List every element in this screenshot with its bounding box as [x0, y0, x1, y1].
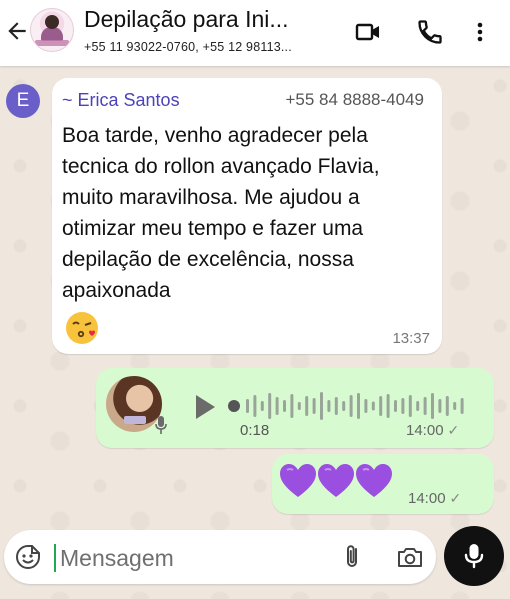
back-arrow-icon[interactable] — [4, 18, 30, 44]
waveform-bar — [460, 398, 464, 414]
kiss-emoji-icon — [66, 312, 98, 344]
waveform-bar — [349, 395, 353, 417]
waveform-bar — [371, 401, 375, 411]
purple-heart-icon — [280, 464, 316, 497]
sender-avatar[interactable]: E — [6, 84, 40, 118]
waveform-bar — [445, 396, 449, 416]
sent-check-icon: ✓ — [447, 422, 460, 438]
waveform-bar — [312, 398, 316, 414]
sender-phone: +55 84 8888-4049 — [285, 90, 425, 109]
message-input[interactable] — [58, 539, 332, 577]
chat-header: Depilação para Ini... +55 11 93022-0760,… — [0, 0, 510, 66]
waveform-bar — [394, 400, 397, 412]
chat-title[interactable]: Depilação para Ini... — [84, 6, 334, 33]
mic-icon — [155, 416, 167, 434]
video-call-icon[interactable] — [354, 18, 382, 46]
waveform-bar — [253, 395, 257, 417]
waveform-bar — [305, 396, 309, 416]
group-avatar[interactable] — [30, 8, 74, 52]
waveform-bar — [246, 399, 249, 413]
message-composer — [4, 530, 436, 584]
attach-paperclip-icon[interactable] — [340, 543, 366, 571]
voice-call-icon[interactable] — [416, 18, 444, 46]
purple-heart-icon — [356, 464, 392, 497]
waveform-bar — [268, 393, 272, 419]
waveform-bar — [453, 402, 457, 410]
incoming-message-bubble[interactable]: ~ Erica Santos +55 84 8888-4049 Boa tard… — [52, 78, 442, 354]
waveform-bar — [364, 399, 368, 413]
hearts-message-bubble[interactable]: 14:00 ✓ — [272, 454, 494, 514]
waveform-bar — [320, 392, 323, 420]
microphone-icon — [464, 544, 484, 569]
message-text: Boa tarde, venho agradecer pela tecnica … — [62, 124, 380, 302]
chat-participants[interactable]: +55 11 93022-0760, +55 12 98113... — [84, 40, 339, 54]
waveform-bar — [260, 401, 264, 411]
voice-note-bubble[interactable]: 0:18 14:00 ✓ — [96, 368, 494, 448]
emoji-sticker-icon[interactable] — [14, 543, 42, 571]
waveform-bar — [438, 399, 442, 413]
waveform-bar — [379, 396, 383, 416]
message-time: 13:37 — [392, 330, 430, 347]
sent-check-icon: ✓ — [449, 490, 462, 506]
waveform-bar — [290, 394, 294, 418]
text-caret — [54, 544, 56, 572]
voice-duration: 0:18 — [240, 422, 270, 439]
hearts-emoji-group — [278, 462, 392, 505]
sender-name[interactable]: ~ Erica Santos — [62, 90, 180, 111]
waveform-bar — [327, 400, 331, 412]
waveform-bar — [408, 395, 412, 417]
camera-icon[interactable] — [396, 544, 424, 570]
waveform-bar — [334, 397, 338, 415]
waveform-bar — [431, 393, 434, 419]
waveform-bar — [342, 401, 346, 411]
voice-record-button[interactable] — [444, 526, 504, 586]
waveform-bar — [423, 397, 427, 415]
waveform-bar — [275, 397, 279, 415]
hearts-time: 14:00 ✓ — [408, 490, 462, 507]
purple-heart-icon — [318, 464, 354, 497]
waveform-bar — [283, 400, 286, 412]
waveform-bar — [386, 394, 390, 418]
more-options-icon[interactable] — [468, 18, 492, 46]
waveform-bar — [297, 402, 301, 410]
waveform-bar — [401, 398, 405, 414]
waveform-bar — [416, 401, 420, 411]
audio-waveform[interactable] — [226, 388, 476, 422]
waveform-bar — [357, 393, 360, 419]
voice-time: 14:00 ✓ — [406, 422, 460, 439]
play-icon[interactable] — [194, 394, 216, 420]
